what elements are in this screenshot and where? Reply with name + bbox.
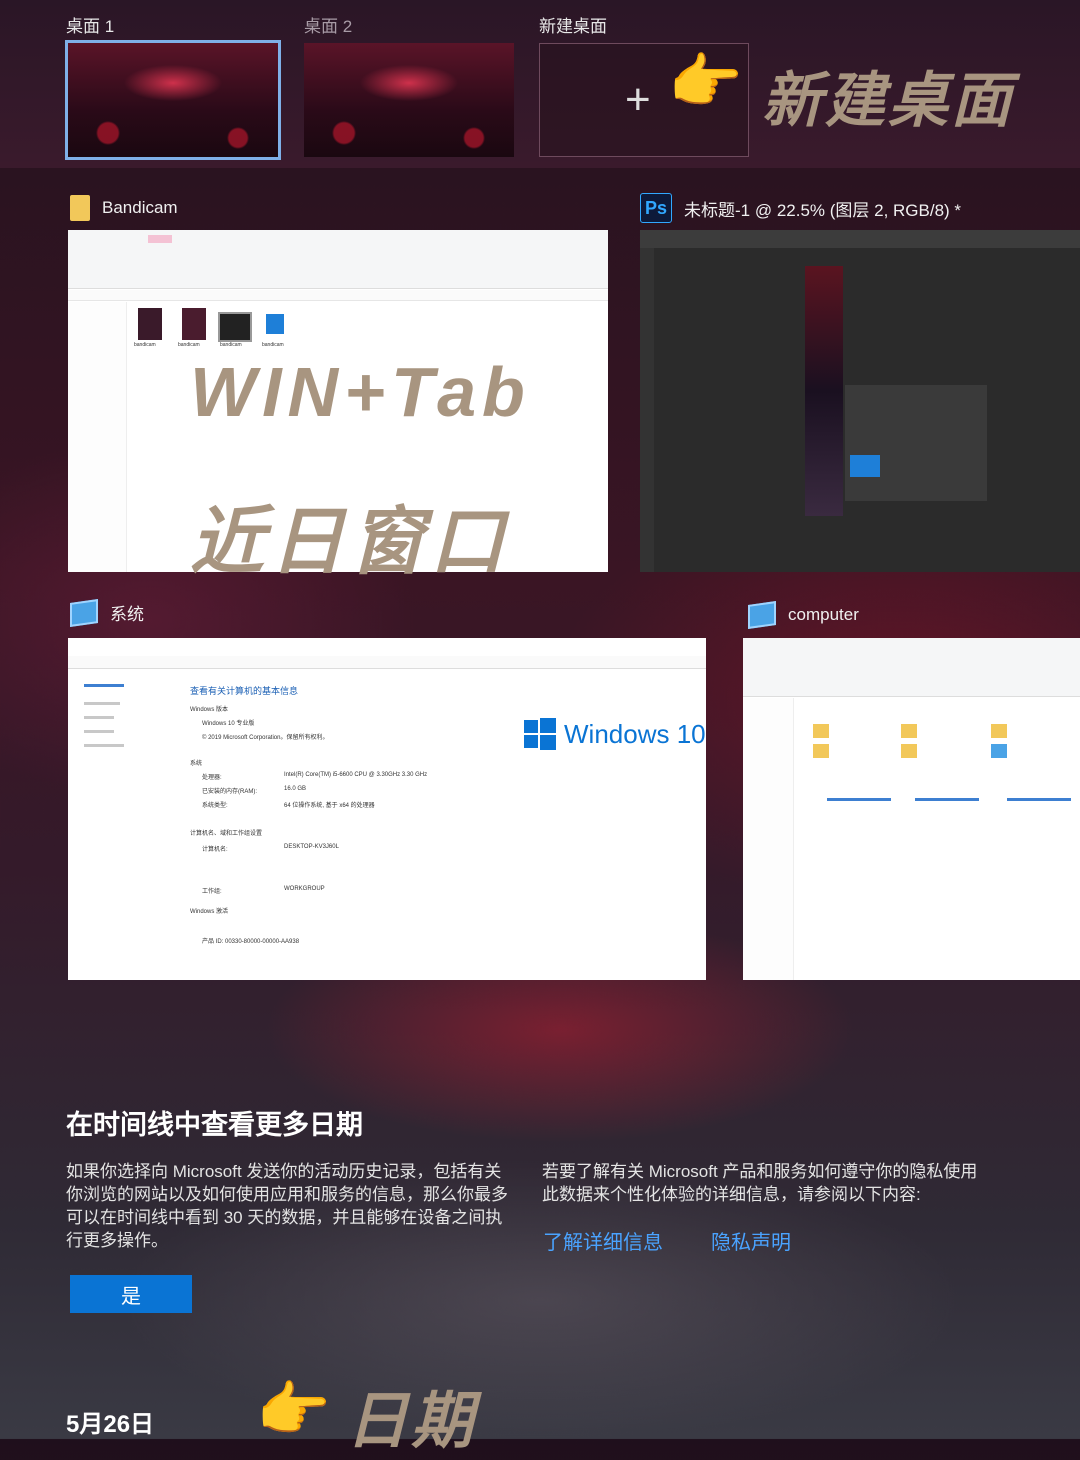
computer-title-text: computer	[788, 605, 859, 624]
folder-icon[interactable]	[991, 724, 1007, 738]
row-ram-value: 16.0 GB	[284, 786, 307, 792]
windows10-logo: Windows 10	[524, 718, 706, 750]
file-thumb-1[interactable]	[138, 308, 162, 340]
system-address-bar	[68, 656, 706, 669]
folder-icon[interactable]	[813, 744, 829, 758]
desktop-2-label: 桌面 2	[304, 17, 353, 36]
drive-usage-bar	[827, 798, 891, 801]
computer-icon	[70, 598, 98, 627]
section-system: 系统	[190, 761, 203, 767]
row-type-label: 系统类型:	[202, 803, 228, 809]
copyright-text: © 2019 Microsoft Corporation。保留所有权利。	[202, 735, 329, 741]
new-desktop-callout: 新建桌面	[762, 67, 1014, 134]
learn-more-link[interactable]: 了解详细信息	[543, 1226, 663, 1255]
computer-icon	[748, 601, 776, 629]
date-callout: 日期	[346, 1387, 477, 1456]
row-ram-label: 已安装的内存(RAM):	[202, 789, 257, 795]
system-window-title[interactable]: 系统	[70, 598, 144, 627]
folder-icon[interactable]	[901, 744, 917, 758]
folder-icon[interactable]	[991, 744, 1007, 758]
file-label-4: bandicam	[262, 342, 284, 348]
side-link[interactable]	[84, 684, 124, 687]
ps-menubar	[640, 230, 1080, 248]
nav-pane	[743, 698, 794, 980]
file-label-1: bandicam	[134, 342, 156, 348]
ps-canvas	[805, 266, 843, 516]
computer-window-preview[interactable]	[743, 638, 1080, 980]
section-computer-name: 计算机名、域和工作组设置	[190, 831, 263, 837]
win-tab-overlay: WIN+Tab	[190, 353, 531, 431]
side-link[interactable]	[84, 744, 124, 747]
privacy-statement-link[interactable]: 隐私声明	[711, 1226, 791, 1255]
product-id: 产品 ID: 00330-80000-00000-AA938	[202, 939, 300, 945]
photoshop-title-text: 未标题-1 @ 22.5% (图层 2, RGB/8) *	[684, 200, 962, 220]
nav-pane	[68, 302, 127, 572]
file-thumb-4[interactable]	[266, 314, 284, 334]
file-label-2: bandicam	[178, 342, 200, 348]
yes-button[interactable]: 是	[70, 1275, 192, 1313]
new-desktop-label: 新建桌面	[539, 17, 607, 36]
windows10-text: Windows 10	[564, 718, 706, 749]
photoshop-window-preview[interactable]	[640, 230, 1080, 572]
system-heading: 查看有关计算机的基本信息	[190, 686, 299, 696]
pointing-hand-icon: 👉	[668, 48, 743, 115]
row-processor-value: Intel(R) Core(TM) i5-6600 CPU @ 3.30GHz …	[284, 772, 428, 778]
folder-icon[interactable]	[901, 724, 917, 738]
side-link[interactable]	[84, 730, 114, 733]
system-window-preview[interactable]: 查看有关计算机的基本信息 Windows 版本 Windows 10 专业版 ©…	[68, 638, 706, 980]
address-bar	[68, 290, 608, 301]
side-link[interactable]	[84, 702, 120, 705]
row-workgroup-value: WORKGROUP	[284, 886, 325, 892]
photoshop-window-title[interactable]: Ps 未标题-1 @ 22.5% (图层 2, RGB/8) *	[640, 193, 961, 223]
photoshop-icon: Ps	[640, 193, 672, 223]
timeline-body-left: 如果你选择向 Microsoft 发送你的活动历史记录，包括有关你浏览的网站以及…	[66, 1162, 508, 1250]
recent-windows-overlay: 近日窗口	[190, 500, 510, 583]
section-activation: Windows 激活	[190, 909, 229, 915]
windows-logo-icon	[524, 718, 556, 750]
plus-icon[interactable]: +	[625, 78, 651, 122]
file-thumb-2[interactable]	[182, 308, 206, 340]
section-windows-edition: Windows 版本	[190, 707, 229, 713]
bandicam-title-text: Bandicam	[102, 198, 178, 217]
desktop-1-label: 桌面 1	[66, 17, 115, 36]
file-label-3: bandicam	[220, 342, 242, 348]
date-heading: 5月26日	[66, 1411, 155, 1438]
timeline-body-right: 若要了解有关 Microsoft 产品和服务如何遵守你的隐私使用此数据来个性化体…	[542, 1162, 978, 1204]
system-title-text: 系统	[110, 605, 144, 624]
ps-toolbar	[640, 248, 654, 572]
pointing-hand-icon: 👉	[256, 1376, 331, 1443]
folder-icon	[70, 195, 90, 221]
ps-panel	[845, 385, 987, 501]
desktop-2-thumbnail[interactable]	[304, 43, 514, 157]
desktop-1-thumbnail[interactable]	[65, 40, 281, 160]
timeline-title: 在时间线中查看更多日期	[66, 1110, 363, 1140]
computer-window-title[interactable]: computer	[748, 601, 859, 629]
row-name-label: 计算机名:	[202, 847, 228, 853]
edition-text: Windows 10 专业版	[202, 721, 255, 727]
row-type-value: 64 位操作系统, 基于 x64 的处理器	[284, 803, 375, 809]
row-name-value: DESKTOP-KV3J60L	[284, 844, 339, 850]
row-workgroup-label: 工作组:	[202, 889, 222, 895]
ribbon-tab-highlight	[148, 235, 172, 243]
explorer-ribbon	[743, 638, 1080, 697]
bandicam-window-title[interactable]: Bandicam	[70, 195, 178, 221]
side-link[interactable]	[84, 716, 114, 719]
drive-usage-bar	[915, 798, 979, 801]
file-thumb-3[interactable]	[218, 312, 252, 342]
ps-panel-selected	[850, 455, 880, 477]
folder-icon[interactable]	[813, 724, 829, 738]
drive-usage-bar	[1007, 798, 1071, 801]
